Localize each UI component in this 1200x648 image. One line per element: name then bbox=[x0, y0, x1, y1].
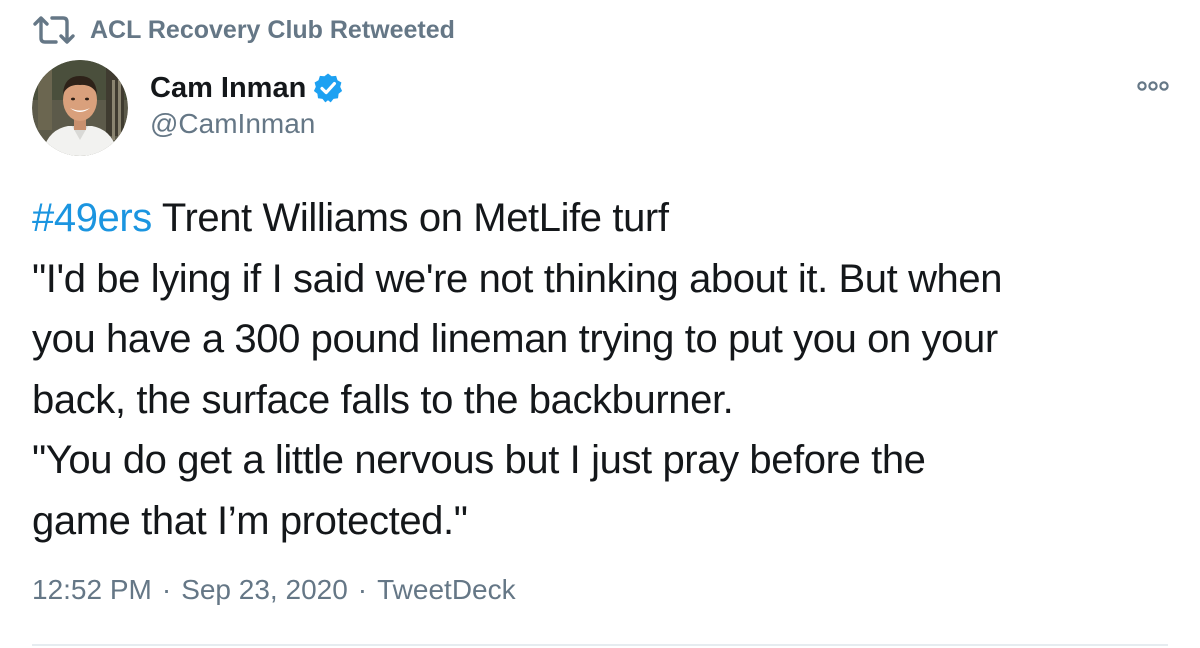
divider bbox=[32, 644, 1168, 646]
tweet-line-text: Trent Williams on MetLife turf bbox=[151, 196, 669, 240]
retweet-icon bbox=[32, 14, 76, 46]
tweet-text: #49ers Trent Williams on MetLife turf "I… bbox=[32, 188, 1172, 551]
tweet-line: you have a 300 pound lineman trying to p… bbox=[32, 317, 998, 361]
tweet-line: "I'd be lying if I said we're not thinki… bbox=[32, 256, 1003, 301]
tweet-line: back, the surface falls to the backburne… bbox=[32, 377, 734, 422]
tweet-line: #49ers Trent Williams on MetLife turf bbox=[32, 188, 1172, 249]
tweet-date[interactable]: Sep 23, 2020 bbox=[181, 574, 348, 606]
tweet-card[interactable]: ACL Recovery Club Retweeted Cam Inman @C… bbox=[0, 0, 1200, 648]
retweeted-by-label[interactable]: ACL Recovery Club Retweeted bbox=[90, 16, 455, 45]
verified-badge-icon bbox=[312, 72, 344, 104]
tweet-line: "You do get a little nervous but I just … bbox=[32, 438, 926, 482]
author-name[interactable]: Cam Inman bbox=[150, 72, 306, 105]
author-handle[interactable]: @CamInman bbox=[150, 108, 315, 140]
tweet-source[interactable]: TweetDeck bbox=[377, 574, 516, 606]
avatar[interactable] bbox=[32, 60, 128, 156]
tweet-time[interactable]: 12:52 PM bbox=[32, 574, 152, 606]
more-options-icon[interactable] bbox=[1136, 76, 1170, 96]
tweet-line: game that I’m protected." bbox=[32, 498, 468, 543]
author-name-row[interactable]: Cam Inman bbox=[150, 68, 344, 108]
meta-separator: · bbox=[357, 574, 368, 605]
tweet-meta: 12:52 PM · Sep 23, 2020 · TweetDeck bbox=[32, 574, 516, 606]
meta-separator: · bbox=[161, 574, 172, 605]
retweet-indicator[interactable]: ACL Recovery Club Retweeted bbox=[32, 12, 455, 48]
hashtag-link[interactable]: #49ers bbox=[32, 196, 152, 240]
